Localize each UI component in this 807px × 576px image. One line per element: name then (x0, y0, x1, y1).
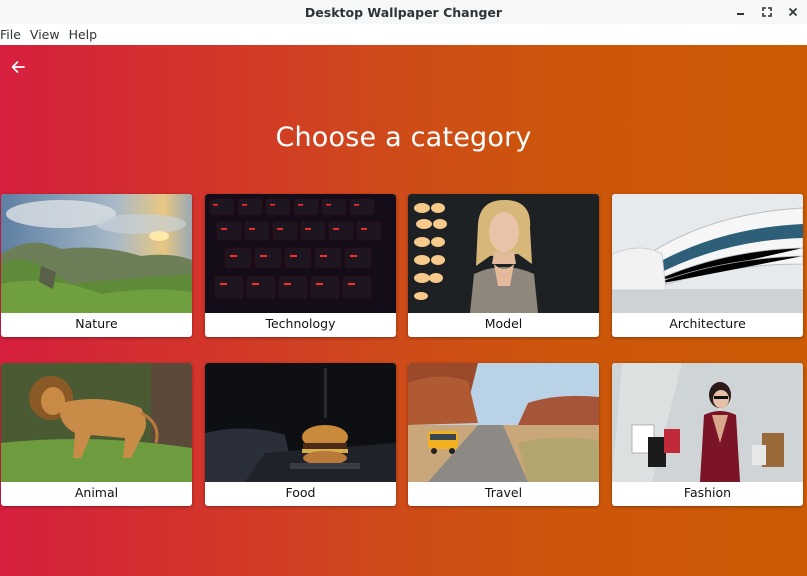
category-label: Food (285, 485, 316, 500)
maximize-icon (762, 7, 772, 17)
category-card-model[interactable]: Model (408, 194, 599, 337)
close-button[interactable] (785, 4, 801, 20)
title-bar: Desktop Wallpaper Changer (0, 0, 807, 24)
model-thumbnail (408, 194, 599, 313)
menu-help[interactable]: Help (69, 24, 104, 45)
category-card-nature[interactable]: Nature (1, 194, 192, 337)
minimize-button[interactable] (733, 4, 749, 20)
page-title: Choose a category (275, 122, 532, 153)
nature-thumbnail (1, 194, 192, 313)
category-label: Fashion (683, 485, 732, 500)
category-label: Nature (75, 316, 118, 331)
app-window: Desktop Wallpaper Changer File View Help (0, 0, 807, 576)
category-label: Architecture (669, 316, 746, 331)
category-card-fashion[interactable]: Fashion (612, 363, 803, 506)
menu-view[interactable]: View (30, 24, 66, 45)
category-card-food[interactable]: Food (205, 363, 396, 506)
category-card-travel[interactable]: Travel (408, 363, 599, 506)
category-label: Technology (265, 316, 336, 331)
menu-bar: File View Help (0, 24, 807, 45)
back-button[interactable] (8, 57, 28, 77)
category-card-technology[interactable]: Technology (205, 194, 396, 337)
minimize-icon (737, 13, 744, 15)
category-page: Choose a category Nature Technology Mode… (0, 45, 807, 576)
fashion-thumbnail (612, 363, 803, 482)
window-controls (733, 0, 801, 24)
menu-file[interactable]: File (0, 24, 27, 45)
category-card-animal[interactable]: Animal (1, 363, 192, 506)
animal-thumbnail (1, 363, 192, 482)
technology-thumbnail (205, 194, 396, 313)
category-label: Model (484, 316, 523, 331)
arrow-left-icon (11, 61, 25, 73)
category-label: Animal (74, 485, 119, 500)
close-icon (788, 7, 798, 17)
category-card-architecture[interactable]: Architecture (612, 194, 803, 337)
window-title: Desktop Wallpaper Changer (304, 4, 503, 20)
maximize-button[interactable] (759, 4, 775, 20)
architecture-thumbnail (612, 194, 803, 313)
travel-thumbnail (408, 363, 599, 482)
category-label: Travel (484, 485, 523, 500)
food-thumbnail (205, 363, 396, 482)
